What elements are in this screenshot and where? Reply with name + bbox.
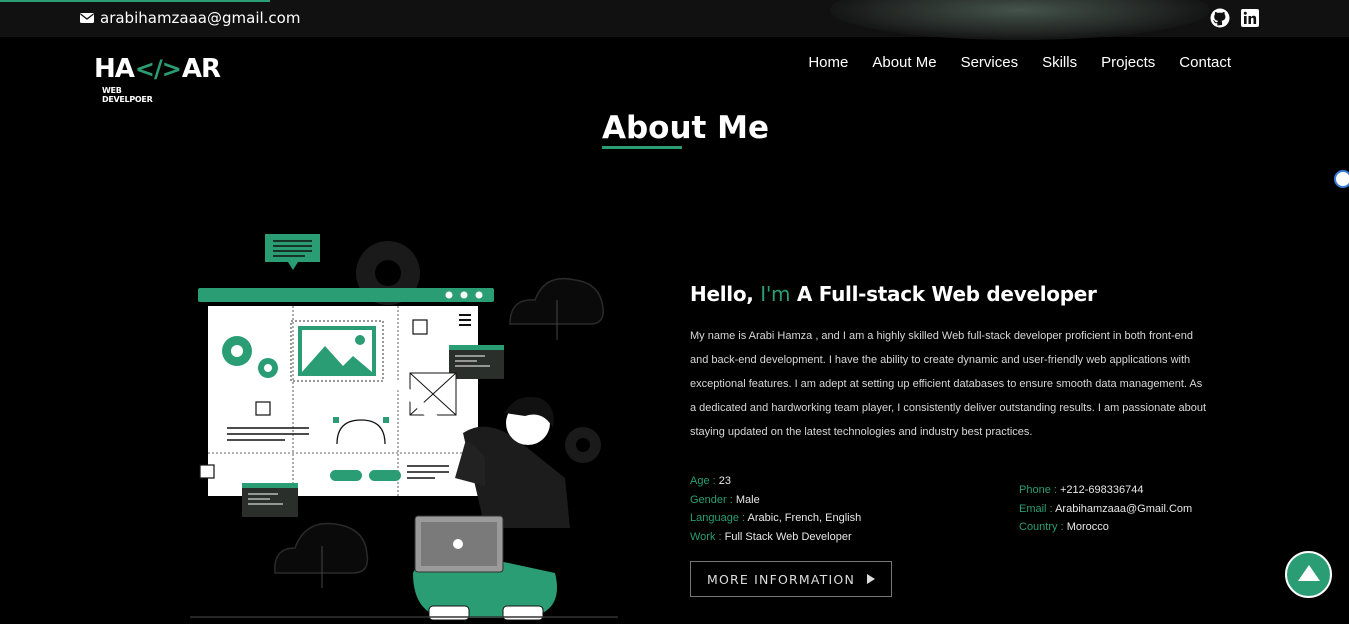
- logo-subtitle: WEB DEVELPOER: [102, 86, 153, 104]
- contact-email[interactable]: arabihamzaaa@gmail.com: [80, 9, 300, 27]
- nav-contact[interactable]: Contact: [1179, 54, 1231, 71]
- info-gender: Gender : Male: [690, 493, 760, 506]
- more-information-label: MORE INFORMATION: [706, 571, 855, 587]
- nav-services[interactable]: Services: [961, 54, 1019, 71]
- about-description: My name is Arabi Hamza , and I am a high…: [690, 330, 1207, 438]
- topbar-glow: [830, 0, 1210, 40]
- info-list-left: Age : 23 Gender : Male Language : Arabic…: [690, 472, 861, 546]
- about-content: Hello, I'm A Full-stack Web developer My…: [690, 282, 1210, 444]
- nav-skills[interactable]: Skills: [1042, 54, 1077, 71]
- info-language: Language : Arabic, French, English: [690, 512, 862, 524]
- info-email: Email : Arabihamzaaa@Gmail.Com: [1019, 502, 1193, 515]
- arrow-up-icon: [1297, 565, 1320, 581]
- github-icon[interactable]: [1210, 8, 1230, 28]
- info-country: Country : Morocco: [1019, 521, 1109, 533]
- scroll-progress-bar: [0, 0, 270, 2]
- linkedin-icon[interactable]: [1240, 8, 1260, 28]
- info-work: Work : Full Stack Web Developer: [690, 530, 852, 543]
- social-links: [1210, 8, 1260, 28]
- envelope-icon: [80, 13, 94, 23]
- info-phone: Phone : +212-698336744: [1019, 484, 1144, 496]
- more-information-button[interactable]: MORE INFORMATION: [690, 561, 892, 597]
- email-text: arabihamzaaa@gmail.com: [100, 9, 301, 27]
- site-logo[interactable]: HA </> AR WEB DEVELPOER: [94, 54, 221, 106]
- info-list-right: Phone : +212-698336744 Email : Arabihamz…: [1019, 481, 1192, 537]
- nav-projects[interactable]: Projects: [1101, 54, 1155, 71]
- code-brackets-icon: </>: [134, 55, 182, 83]
- developer-illustration: [185, 228, 625, 624]
- section-title-text: About Me: [602, 110, 770, 146]
- logo-mark: HA </> AR: [94, 54, 221, 84]
- nav-about[interactable]: About Me: [872, 54, 936, 71]
- play-arrow-icon: [867, 574, 875, 584]
- floating-widget-icon[interactable]: [1334, 170, 1349, 188]
- title-underline: [602, 146, 682, 149]
- main-nav: Home About Me Services Skills Projects C…: [808, 54, 1231, 71]
- scroll-to-top-button[interactable]: [1285, 551, 1332, 598]
- top-bar: arabihamzaaa@gmail.com: [0, 0, 1349, 40]
- info-age: Age : 23: [690, 475, 731, 487]
- nav-home[interactable]: Home: [808, 54, 848, 71]
- intro-heading: Hello, I'm A Full-stack Web developer: [690, 282, 1097, 306]
- section-title: About Me: [602, 110, 769, 149]
